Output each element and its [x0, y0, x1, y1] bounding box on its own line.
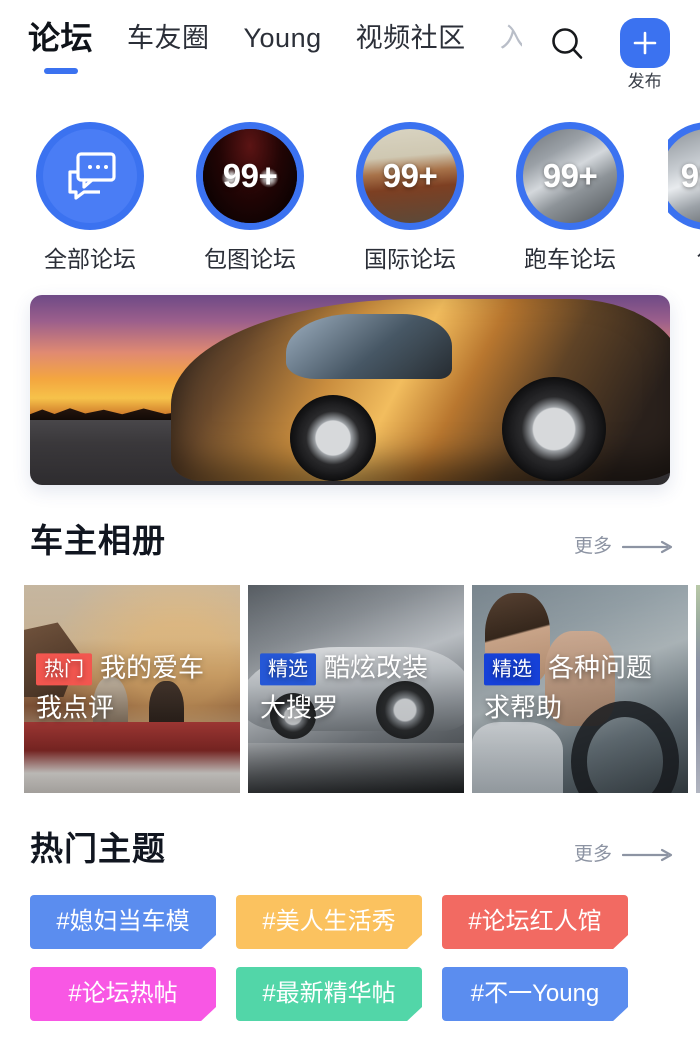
- album-caption-line2: 我点评: [36, 692, 115, 723]
- album-badge: 热门: [36, 653, 92, 686]
- tab-car-friends-label: 车友圈: [127, 23, 210, 53]
- nav-actions: 发布: [540, 18, 700, 92]
- album-card[interactable]: 精选 各种问题 求帮助: [472, 585, 688, 793]
- album-caption-line2: 大搜罗: [260, 692, 339, 723]
- category-avatar: 99+: [516, 122, 624, 230]
- category-avatar: 99+: [668, 122, 700, 230]
- unread-badge: 99+: [680, 157, 700, 194]
- topic-tag[interactable]: #不一Young: [442, 967, 628, 1021]
- tab-young-label: Young: [243, 23, 322, 53]
- album-caption-line2: 求帮助: [484, 692, 563, 723]
- arrow-right-icon: [622, 540, 673, 554]
- search-button[interactable]: [540, 16, 596, 72]
- album-more-link[interactable]: 更多: [574, 535, 674, 559]
- unread-badge: 99+: [382, 157, 438, 194]
- topic-section-header: 热门主题 更多: [0, 793, 700, 871]
- banner-car-wheel-front: [289, 395, 376, 482]
- category-avatar-inner: 99+: [363, 129, 457, 223]
- topic-tag[interactable]: #论坛热帖: [30, 967, 216, 1021]
- topic-more-link[interactable]: 更多: [574, 843, 674, 867]
- category-label: 跑车论坛: [524, 246, 616, 272]
- banner-section: [0, 285, 700, 485]
- tab-bar: 论坛 车友圈 Young 视频社区 入: [0, 18, 540, 74]
- topic-tag[interactable]: #最新精华帖: [236, 967, 422, 1021]
- topic-tag[interactable]: #论坛红人馆: [442, 895, 628, 949]
- category-avatar: 99+: [356, 122, 464, 230]
- tab-forum-label: 论坛: [28, 20, 94, 56]
- forum-home-screen: 论坛 车友圈 Young 视频社区 入 发布 全部论坛 99+ 包图论坛 99+…: [0, 0, 700, 1053]
- album-more-label: 更多: [573, 536, 612, 557]
- unread-badge: 99+: [542, 157, 598, 194]
- album-caption-line1: 各种问题: [548, 652, 653, 683]
- topic-tag-list: #媳妇当车模 #美人生活秀 #论坛红人馆 #论坛热帖 #最新精华帖 #不一You…: [0, 871, 700, 1021]
- chat-bubble-icon: [68, 152, 116, 200]
- album-card[interactable]: 热门 我的爱车 我点评: [24, 585, 240, 793]
- album-section-title: 车主相册: [30, 522, 166, 559]
- album-badge: 精选: [260, 653, 316, 686]
- forum-category-row[interactable]: 全部论坛 99+ 包图论坛 99+ 国际论坛 99+ 跑车论坛 9: [0, 100, 700, 285]
- album-section-header: 车主相册 更多: [0, 485, 700, 563]
- category-avatar: 99+: [196, 122, 304, 230]
- category-avatar-inner: [43, 129, 137, 223]
- tab-young[interactable]: Young: [244, 18, 322, 58]
- category-label: 全部论坛: [44, 246, 136, 272]
- category-item-baotu-forum[interactable]: 99+ 包图论坛: [188, 122, 312, 274]
- topic-tag[interactable]: #美人生活秀: [236, 895, 422, 949]
- tab-forum[interactable]: 论坛: [28, 18, 94, 74]
- tab-partial-next-label: 入: [499, 23, 522, 53]
- arrow-right-icon: [622, 848, 673, 862]
- album-card[interactable]: 精选 酷炫改装 大搜罗: [248, 585, 464, 793]
- topic-section-title: 热门主题: [30, 830, 166, 867]
- publish-button-label: 发布: [627, 72, 662, 91]
- album-caption-line1: 我的爱车: [100, 652, 205, 683]
- banner-car-window: [286, 314, 453, 379]
- category-item-partial-next[interactable]: 99+ 包: [668, 122, 700, 274]
- category-label: 国际论坛: [364, 246, 456, 272]
- topic-more-label: 更多: [573, 844, 612, 865]
- category-label: 包: [697, 244, 700, 274]
- category-item-sportscar-forum[interactable]: 99+ 跑车论坛: [508, 122, 632, 274]
- album-caption: 精选 各种问题 求帮助: [484, 647, 678, 727]
- album-badge: 精选: [484, 653, 540, 686]
- category-avatar-inner: 99+: [203, 129, 297, 223]
- category-item-international-forum[interactable]: 99+ 国际论坛: [348, 122, 472, 274]
- album-card-list[interactable]: 热门 我的爱车 我点评 精选 酷炫改装 大搜罗 精选 各种问题 求帮助: [0, 563, 700, 793]
- tab-partial-next[interactable]: 入: [500, 18, 522, 58]
- publish-button[interactable]: 发布: [610, 18, 680, 92]
- top-navigation-bar: 论坛 车友圈 Young 视频社区 入 发布: [0, 0, 700, 100]
- unread-badge: 99+: [222, 157, 278, 194]
- publish-button-surface: [619, 18, 670, 68]
- plus-icon: [633, 31, 656, 55]
- promo-banner[interactable]: [30, 295, 670, 485]
- tab-video-community-label: 视频社区: [355, 23, 466, 53]
- banner-car-wheel-rear: [502, 377, 606, 482]
- category-label: 包图论坛: [204, 246, 296, 272]
- topic-tag[interactable]: #媳妇当车模: [30, 895, 216, 949]
- album-caption: 热门 我的爱车 我点评: [36, 647, 230, 727]
- category-avatar-inner: 99+: [668, 129, 700, 223]
- album-caption: 精选 酷炫改装 大搜罗: [260, 647, 454, 727]
- category-avatar-inner: 99+: [523, 129, 617, 223]
- album-photo: [696, 585, 700, 793]
- tab-video-community[interactable]: 视频社区: [356, 18, 466, 58]
- category-avatar: [36, 122, 144, 230]
- album-card[interactable]: [696, 585, 700, 793]
- album-caption-line1: 酷炫改装: [324, 652, 429, 683]
- active-tab-indicator: [43, 68, 78, 74]
- tab-car-friends[interactable]: 车友圈: [127, 18, 210, 58]
- category-item-all-forums[interactable]: 全部论坛: [28, 122, 152, 274]
- search-icon: [551, 28, 582, 59]
